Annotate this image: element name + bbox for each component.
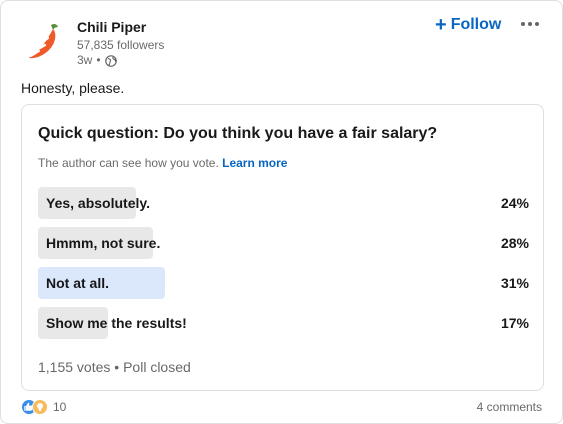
poll-footer: 1,155 votes • Poll closed (38, 358, 191, 376)
follower-count: 57,835 followers (77, 38, 165, 52)
follow-label: Follow (450, 16, 502, 33)
footer-separator: • (114, 359, 120, 375)
ellipsis-icon (521, 22, 525, 26)
poll-option-percent: 31% (500, 275, 529, 291)
reaction-icons (21, 399, 49, 415)
insightful-icon (32, 399, 48, 415)
vote-count: 1,155 votes (38, 359, 111, 375)
post-card: Chili Piper 57,835 followers 3w • + Foll… (0, 0, 563, 424)
poll-option: Not at all. 31% (38, 267, 529, 299)
chili-logo-icon (29, 23, 58, 59)
poll-option-label: Yes, absolutely. (46, 195, 151, 211)
more-options-button[interactable] (517, 13, 543, 35)
reactions-summary[interactable]: 10 (21, 399, 66, 415)
plus-icon: + (435, 14, 447, 36)
company-name[interactable]: Chili Piper (77, 18, 146, 36)
poll-option: Yes, absolutely. 24% (38, 187, 529, 219)
poll-option-percent: 24% (500, 195, 529, 211)
poll-option: Hmmm, not sure. 28% (38, 227, 529, 259)
globe-icon (104, 54, 117, 67)
poll-option-label: Show me the results! (46, 315, 187, 331)
visibility-text: The author can see how you vote. (38, 156, 219, 170)
poll-option-label: Not at all. (46, 275, 110, 291)
poll-option-percent: 28% (500, 235, 529, 251)
post-meta: 3w • (77, 53, 117, 68)
poll-option: Show me the results! 17% (38, 307, 529, 339)
poll-option-percent: 17% (500, 315, 529, 331)
follow-button[interactable]: + Follow (435, 14, 501, 36)
poll: Quick question: Do you think you have a … (21, 104, 544, 391)
reaction-count: 10 (53, 400, 67, 414)
poll-status: Poll closed (123, 359, 191, 375)
poll-option-label: Hmmm, not sure. (46, 235, 161, 251)
meta-separator: • (96, 53, 101, 67)
post-time: 3w (77, 53, 93, 67)
learn-more-link[interactable]: Learn more (222, 156, 287, 170)
poll-visibility-note: The author can see how you vote. Learn m… (38, 156, 287, 171)
post-text: Honesty, please. (21, 80, 125, 96)
comments-count[interactable]: 4 comments (477, 399, 542, 415)
company-logo[interactable] (21, 17, 69, 65)
poll-question: Quick question: Do you think you have a … (38, 125, 438, 142)
